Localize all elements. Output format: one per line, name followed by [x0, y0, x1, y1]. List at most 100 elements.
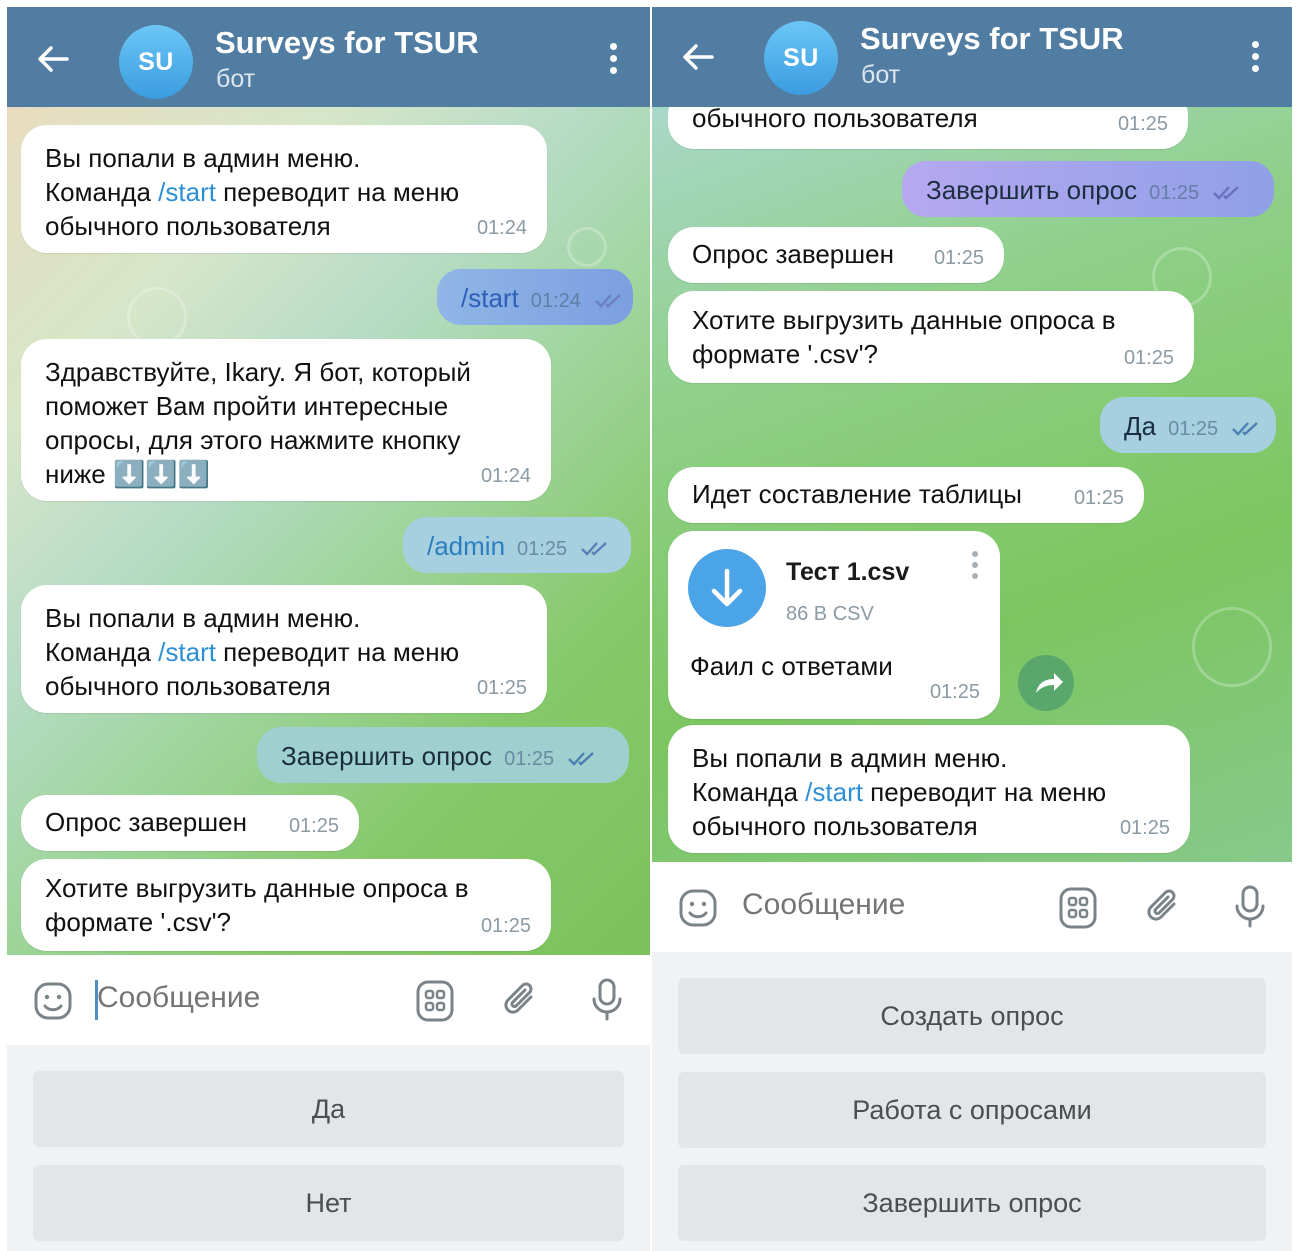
- chat-header: SU Surveys for TSUR бот: [652, 7, 1292, 107]
- message-time: 01:24: [476, 217, 527, 239]
- message-time: 01:25: [929, 681, 980, 703]
- wallpaper-doodle: [567, 227, 607, 267]
- command-link[interactable]: /start: [158, 177, 216, 207]
- outgoing-message[interactable]: Завершить опрос 01:25: [902, 161, 1274, 217]
- avatar[interactable]: SU: [119, 25, 193, 99]
- message-input[interactable]: [97, 981, 377, 1015]
- message-time: 01:25: [288, 815, 339, 837]
- emoji-icon[interactable]: [678, 888, 718, 928]
- message-text: Вы попали в админ меню.: [692, 743, 1008, 773]
- keyboard-button-no[interactable]: Нет: [33, 1165, 624, 1241]
- incoming-message[interactable]: Вы попали в админ меню. Команда /start п…: [668, 725, 1190, 853]
- outgoing-message[interactable]: /admin 01:25: [403, 517, 631, 573]
- reply-keyboard: Создать опрос Работа с опросами Завершит…: [652, 952, 1292, 1251]
- kebab-menu-icon[interactable]: [1250, 41, 1260, 77]
- message-text: обычного пользователя: [692, 811, 978, 841]
- message-composer: [7, 955, 650, 1045]
- emoji-icon[interactable]: [33, 981, 73, 1021]
- message-text: формате '.csv'?: [692, 339, 878, 369]
- message-time: 01:24: [530, 290, 581, 312]
- incoming-message[interactable]: Хотите выгрузить данные опроса в формате…: [21, 859, 551, 951]
- file-message[interactable]: Тест 1.csv 86 B CSV Фаил с ответами 01:2…: [668, 531, 1000, 719]
- message-text: формате '.csv'?: [45, 907, 231, 937]
- double-check-icon: [1232, 422, 1259, 436]
- chat-subtitle: бот: [861, 61, 901, 89]
- message-input[interactable]: [742, 888, 1022, 922]
- reply-keyboard: Да Нет: [7, 1045, 650, 1251]
- message-text: Здравствуйте, Ikary. Я бот, который: [45, 357, 471, 387]
- file-caption: Фаил с ответами: [690, 651, 893, 681]
- download-button[interactable]: [688, 549, 766, 627]
- chat-title[interactable]: Surveys for TSUR: [860, 21, 1124, 57]
- outgoing-message[interactable]: Завершить опрос 01:25: [257, 727, 629, 783]
- share-icon: [1036, 673, 1063, 693]
- file-meta: 86 B CSV: [786, 603, 874, 625]
- microphone-icon[interactable]: [1230, 884, 1270, 928]
- keyboard-button-manage-surveys[interactable]: Работа с опросами: [678, 1072, 1266, 1148]
- left-screen: SU Surveys for TSUR бот Вы попали в адми…: [7, 7, 650, 1251]
- back-arrow-icon[interactable]: [35, 41, 71, 77]
- message-list[interactable]: обычного пользователя 01:25 Завершить оп…: [652, 107, 1292, 862]
- message-text: Команда /start переводит на меню: [45, 177, 460, 207]
- message-time: 01:25: [1119, 817, 1170, 839]
- chat-title[interactable]: Surveys for TSUR: [215, 25, 479, 61]
- incoming-message[interactable]: Опрос завершен 01:25: [21, 795, 359, 851]
- share-button[interactable]: [1018, 655, 1074, 711]
- message-text: Хотите выгрузить данные опроса в: [692, 305, 1116, 335]
- bot-commands-icon[interactable]: [1058, 886, 1098, 930]
- message-time: 01:25: [504, 748, 555, 770]
- message-text: Да: [1124, 411, 1157, 441]
- avatar[interactable]: SU: [764, 21, 838, 95]
- message-time: 01:25: [1123, 347, 1174, 369]
- message-time: 01:25: [1149, 182, 1200, 204]
- bot-commands-icon[interactable]: [415, 979, 455, 1023]
- attach-icon[interactable]: [1144, 886, 1184, 930]
- message-text: обычного пользователя: [45, 211, 331, 241]
- attach-icon[interactable]: [501, 979, 541, 1023]
- download-icon: [711, 568, 743, 607]
- right-screen: SU Surveys for TSUR бот обычного пользов…: [652, 7, 1292, 1251]
- message-time: 01:25: [1117, 113, 1168, 135]
- chat-header: SU Surveys for TSUR бот: [7, 7, 650, 107]
- message-text: обычного пользователя: [45, 671, 331, 701]
- message-text: Завершить опрос: [926, 175, 1138, 205]
- incoming-message[interactable]: Идет составление таблицы 01:25: [668, 467, 1144, 523]
- double-check-icon: [581, 542, 608, 556]
- incoming-message[interactable]: обычного пользователя 01:25: [668, 107, 1188, 149]
- keyboard-button-yes[interactable]: Да: [33, 1071, 624, 1147]
- message-time: 01:24: [480, 465, 531, 487]
- message-text: Опрос завершен: [692, 239, 894, 269]
- microphone-icon[interactable]: [587, 977, 627, 1021]
- incoming-message[interactable]: Здравствуйте, Ikary. Я бот, который помо…: [21, 339, 551, 501]
- incoming-message[interactable]: Хотите выгрузить данные опроса в формате…: [668, 291, 1194, 383]
- incoming-message[interactable]: Вы попали в админ меню. Команда /start п…: [21, 125, 547, 253]
- file-name[interactable]: Тест 1.csv: [786, 555, 909, 589]
- message-text: Завершить опрос: [281, 741, 493, 771]
- back-arrow-icon[interactable]: [680, 39, 716, 75]
- message-text: Команда /start переводит на меню: [692, 777, 1107, 807]
- outgoing-message[interactable]: Да 01:25: [1100, 397, 1276, 453]
- wallpaper-doodle: [127, 287, 187, 347]
- double-check-icon: [1213, 186, 1240, 200]
- wallpaper-doodle: [1192, 607, 1272, 687]
- keyboard-button-finish-survey[interactable]: Завершить опрос: [678, 1165, 1266, 1241]
- message-text: Опрос завершен: [45, 807, 247, 837]
- incoming-message[interactable]: Вы попали в админ меню. Команда /start п…: [21, 585, 547, 713]
- message-text: /admin: [427, 531, 506, 561]
- double-check-icon: [568, 752, 595, 766]
- message-time: 01:25: [476, 677, 527, 699]
- message-list[interactable]: Вы попали в админ меню. Команда /start п…: [7, 107, 650, 955]
- incoming-message[interactable]: Опрос завершен 01:25: [668, 227, 1004, 283]
- message-composer: [652, 862, 1292, 952]
- message-time: 01:25: [1073, 487, 1124, 509]
- message-text: Вы попали в админ меню.: [45, 143, 361, 173]
- command-link[interactable]: /start: [805, 777, 863, 807]
- message-text: опросы, для этого нажмите кнопку: [45, 425, 461, 455]
- outgoing-message[interactable]: /start 01:24: [437, 269, 633, 325]
- message-text: Идет составление таблицы: [692, 479, 1022, 509]
- command-link[interactable]: /start: [158, 637, 216, 667]
- kebab-menu-icon[interactable]: [608, 43, 618, 79]
- file-menu-icon[interactable]: [972, 551, 980, 579]
- keyboard-button-create-survey[interactable]: Создать опрос: [678, 978, 1266, 1054]
- chat-subtitle: бот: [216, 65, 256, 93]
